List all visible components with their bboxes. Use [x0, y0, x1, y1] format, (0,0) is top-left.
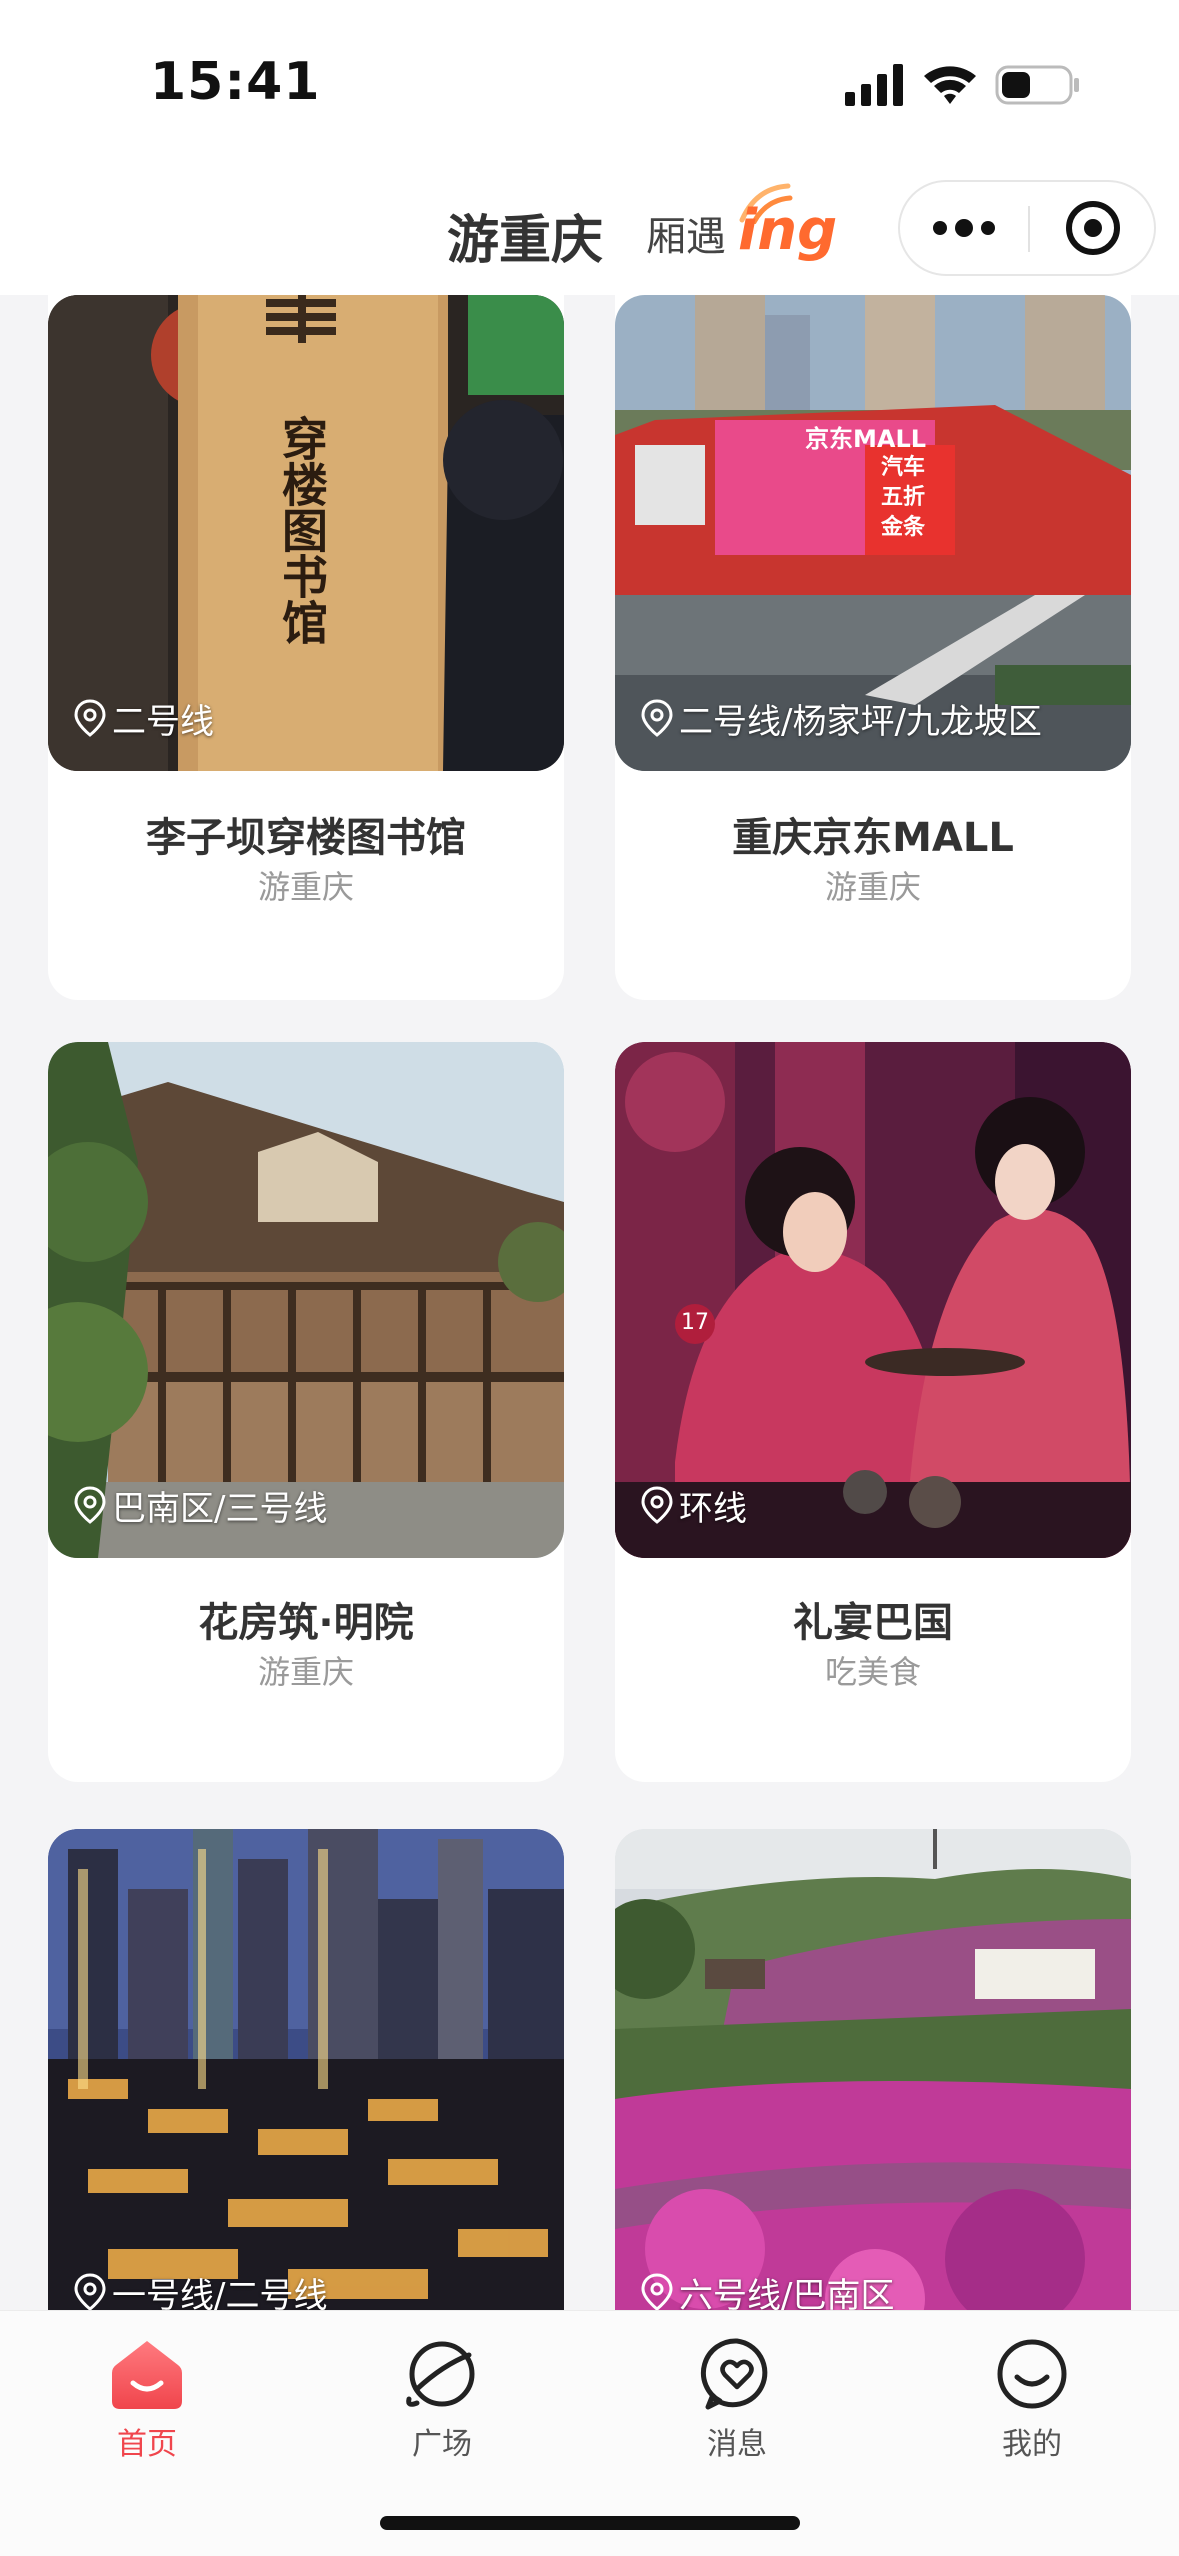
promo-line: 汽车: [881, 455, 926, 480]
place-card[interactable]: 一号线/二号线: [48, 1829, 564, 2310]
battery-icon: [995, 65, 1079, 105]
location-pin-icon: [74, 2272, 106, 2310]
location-tag: 巴南区/三号线: [72, 1481, 327, 1530]
close-miniapp-button[interactable]: [1030, 182, 1156, 274]
library-sign-text: 穿楼图书馆: [275, 415, 329, 645]
card-title: 礼宴巴国: [793, 1600, 953, 1646]
place-card[interactable]: 穿楼图书馆 二号线 李子坝穿楼图书馆 游重庆: [48, 295, 564, 1000]
brand-name: 厢遇: [646, 214, 726, 260]
place-card[interactable]: 巴南区/三号线 花房筑·明院 游重庆: [48, 1042, 564, 1782]
place-card[interactable]: 京东MALL 汽车 五折 金条 二号线/杨家坪/九龙坡区 重庆京东MALL 游重…: [615, 295, 1131, 1000]
card-title: 李子坝穿楼图书馆: [146, 815, 466, 861]
tab-messages[interactable]: 消息: [647, 2325, 827, 2475]
more-button[interactable]: [900, 182, 1028, 274]
tab-label: 广场: [412, 2427, 472, 2462]
card-subtitle: 游重庆: [824, 868, 921, 906]
promo-banner: 汽车 五折 金条: [881, 453, 925, 543]
brand-ing: ing: [738, 198, 838, 263]
smile-face-icon: [997, 2339, 1067, 2409]
promo-line: 五折: [881, 485, 926, 510]
card-subtitle: 游重庆: [257, 868, 354, 906]
card-image: 穿楼图书馆 二号线: [48, 295, 564, 771]
tab-label: 首页: [117, 2427, 177, 2462]
home-indicator[interactable]: [380, 2516, 800, 2530]
card-image: 六号线/巴南区: [615, 1829, 1131, 2310]
content-feed[interactable]: 穿楼图书馆 二号线 李子坝穿楼图书馆 游重庆 京东MALL 汽车 五折 金条 二…: [0, 295, 1179, 2310]
tab-label: 消息: [707, 2427, 767, 2462]
location-tag: 二号线: [72, 694, 214, 743]
location-tag: 环线: [639, 1481, 747, 1530]
location-text: 一号线/二号线: [112, 2276, 328, 2310]
place-card[interactable]: 六号线/巴南区: [615, 1829, 1131, 2310]
card-title: 重庆京东MALL: [732, 815, 1014, 861]
location-tag: 二号线/杨家坪/九龙坡区: [639, 694, 1042, 743]
page-title: 游重庆: [447, 211, 604, 271]
location-tag: 一号线/二号线: [72, 2268, 327, 2310]
status-bar: 15:41: [0, 0, 1179, 170]
status-time: 15:41: [150, 52, 321, 112]
more-dots-icon: [933, 219, 995, 237]
nav-header: 游重庆 厢遇 ing: [0, 170, 1179, 295]
promo-line: 金条: [881, 515, 926, 540]
cellular-signal-icon: [845, 64, 903, 106]
card-subtitle: 吃美食: [824, 1653, 921, 1691]
card-image: 京东MALL 汽车 五折 金条 二号线/杨家坪/九龙坡区: [615, 295, 1131, 771]
card-image: 17 环线: [615, 1042, 1131, 1558]
table-number: 17: [681, 1310, 709, 1335]
home-icon: [112, 2341, 182, 2409]
location-pin-icon: [74, 698, 106, 737]
message-heart-icon: [700, 2338, 768, 2410]
wifi-icon: [924, 66, 976, 104]
tab-plaza[interactable]: 广场: [352, 2325, 532, 2475]
location-pin-icon: [641, 698, 673, 737]
location-pin-icon: [74, 1485, 106, 1524]
location-text: 二号线: [112, 702, 214, 742]
planet-icon: [406, 2341, 475, 2407]
location-pin-icon: [641, 2272, 673, 2310]
tab-label: 我的: [1002, 2427, 1062, 2462]
target-circle-icon: [1066, 201, 1120, 255]
card-image: 一号线/二号线: [48, 1829, 564, 2310]
card-image: 巴南区/三号线: [48, 1042, 564, 1558]
card-subtitle: 游重庆: [257, 1653, 354, 1691]
location-tag: 六号线/巴南区: [639, 2268, 894, 2310]
place-card[interactable]: 17 环线 礼宴巴国 吃美食: [615, 1042, 1131, 1782]
card-title: 花房筑·明院: [198, 1600, 414, 1646]
location-text: 六号线/巴南区: [679, 2276, 895, 2310]
tab-home[interactable]: 首页: [57, 2325, 237, 2475]
tab-profile[interactable]: 我的: [942, 2325, 1122, 2475]
location-text: 巴南区/三号线: [112, 1489, 328, 1529]
location-pin-icon: [641, 1485, 673, 1524]
location-text: 环线: [679, 1489, 747, 1529]
location-text: 二号线/杨家坪/九龙坡区: [679, 702, 1042, 742]
mall-sign: 京东MALL: [805, 425, 927, 453]
miniapp-capsule: [898, 180, 1156, 276]
